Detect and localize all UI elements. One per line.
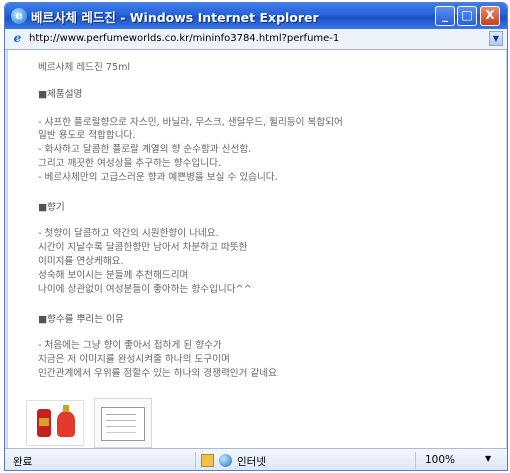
security-zone-label: 인터넷 (237, 456, 266, 468)
page-icon: e (13, 31, 22, 45)
reason-line: - 처음에는 그냥 향이 좋아서 접하게 된 향수가 (38, 340, 222, 351)
description-line: - 화사하고 달콤한 플로랄 계열의 향 순수함과 신선함. (38, 144, 252, 155)
minimize-button[interactable]: _ (435, 6, 455, 26)
section-heading-reason: ■향수를 뿌리는 이유 (38, 314, 124, 325)
product-title: 베르사체 레드진 75ml (38, 62, 131, 73)
reason-line: 인간관계에서 우위를 점할수 있는 하나의 경쟁력인거 같네요 (38, 368, 277, 379)
scent-line: 이미지를 연상케해요. (38, 256, 124, 267)
description-line: 그리고 깨끗한 여성상을 추구하는 향수입니다. (38, 158, 221, 169)
page-content: 베르사체 레드진 75ml ■제품설명 - 샤프한 플로랄향으로 자스민, 바닐… (7, 50, 507, 448)
perfume-box-shape (37, 409, 51, 437)
scent-line: 성숙해 보이시는 분들께 추천해드리며 (38, 270, 189, 281)
zoom-dropdown-icon[interactable]: ▼ (485, 454, 491, 463)
address-bar: e http://www.perfumeworlds.co.kr/mininfo… (5, 29, 507, 50)
scent-line: - 첫향이 달콤하고 약간의 시원한향이 나네요. (38, 228, 219, 239)
perfume-bottle-image[interactable] (26, 400, 84, 446)
title-bar[interactable]: e 베르사체 레드진 - Windows Internet Explorer _… (5, 3, 507, 29)
close-button[interactable]: X (480, 6, 500, 26)
section-heading-description: ■제품설명 (38, 89, 83, 100)
section-heading-scent: ■향기 (38, 202, 65, 213)
description-line: - 베르사체만의 고급스러운 향과 예쁜병을 보실 수 있습니다. (38, 172, 278, 183)
status-text: 완료 (13, 456, 33, 468)
zoom-level[interactable]: 100% (425, 454, 455, 466)
url-field[interactable]: http://www.perfumeworlds.co.kr/mininfo37… (29, 31, 485, 46)
browser-window: e 베르사체 레드진 - Windows Internet Explorer _… (4, 2, 508, 471)
scent-line: 나이에 상관없이 여성분들이 좋아하는 향수입니다^^ (38, 284, 252, 295)
status-bar: 완료 인터넷 100% ▼ (5, 448, 507, 470)
window-title: 베르사체 레드진 - Windows Internet Explorer (31, 10, 319, 25)
reason-line: 지금은 저 이미지를 완성시켜줄 하나의 도구이며 (38, 354, 230, 365)
maximize-button[interactable]: □ (457, 6, 477, 26)
sketch-paper-shape (101, 407, 145, 441)
sketch-image[interactable] (94, 398, 152, 448)
security-icon (201, 454, 214, 467)
description-line: 일반 용도로 적합합니다. (38, 130, 136, 141)
internet-globe-icon (219, 454, 232, 467)
status-divider (195, 452, 196, 469)
scent-line: 시간이 지날수록 달콤한향만 남아서 차분하고 따뜻한 (38, 242, 248, 253)
description-line: - 샤프한 플로랄향으로 자스민, 바닐라, 무스크, 샌달우드, 윌리등이 복… (38, 117, 343, 128)
perfume-bottle-shape (57, 405, 75, 437)
ie-logo-icon: e (11, 8, 27, 24)
status-divider (415, 452, 416, 469)
address-dropdown-button[interactable]: ▼ (489, 31, 503, 46)
